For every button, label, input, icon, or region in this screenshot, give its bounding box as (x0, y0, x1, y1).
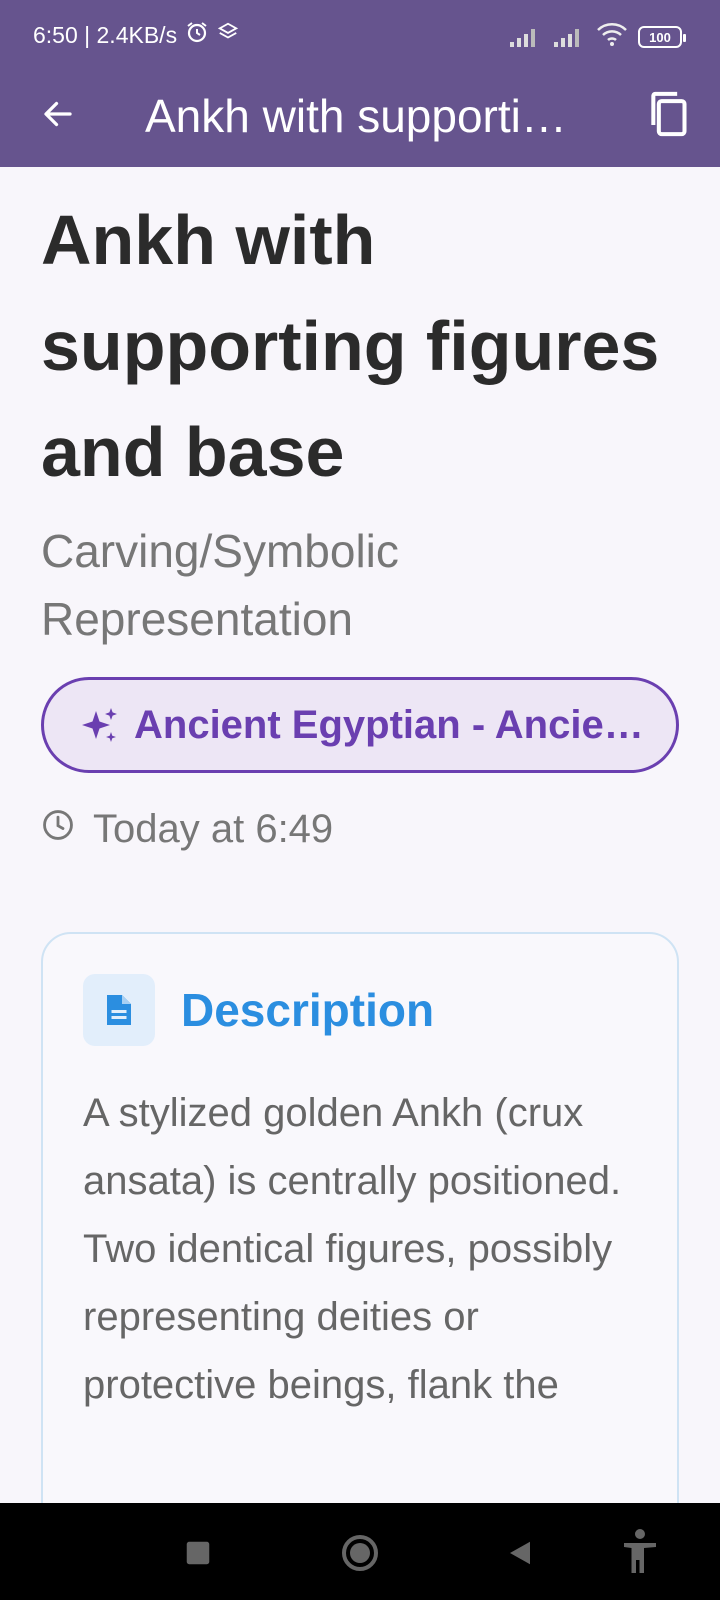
clock-icon (41, 807, 75, 852)
card-header: Description (83, 974, 434, 1046)
top-bar: 6:50 | 2.4KB/s 100 Ankh with supporti… (0, 0, 720, 167)
system-nav-bar (0, 1503, 720, 1600)
document-icon (83, 974, 155, 1046)
signal-icon-2 (552, 26, 586, 48)
home-button[interactable] (336, 1529, 384, 1577)
layers-icon (217, 21, 239, 49)
timestamp-text: Today at 6:49 (93, 807, 334, 851)
accessibility-icon[interactable] (620, 1527, 660, 1575)
recents-button[interactable] (178, 1533, 218, 1573)
content-area[interactable]: Ankh with supporting figures and base Ca… (0, 167, 720, 1503)
wifi-icon (596, 22, 628, 52)
card-title: Description (181, 984, 435, 1036)
arrow-back-icon (40, 96, 76, 137)
copy-icon (646, 90, 690, 143)
status-bar: 6:50 | 2.4KB/s 100 (0, 0, 720, 70)
culture-chip[interactable]: Ancient Egyptian - Ancie… (41, 677, 679, 773)
battery-icon: 100 (638, 26, 686, 48)
app-bar-title: Ankh with supporti… (145, 90, 567, 142)
status-left: 6:50 | 2.4KB/s (33, 20, 239, 50)
timestamp: Today at 6:49 (41, 807, 333, 852)
signal-icon (508, 26, 542, 48)
page-subtitle: Carving/Symbolic Representation (41, 525, 399, 645)
card-body: A stylized golden Ankh (crux ansata) is … (83, 1091, 622, 1407)
description-card: Description A stylized golden Ankh (crux… (41, 932, 679, 1503)
alarm-icon (185, 20, 209, 50)
chip-label: Ancient Egyptian - Ancie… (134, 702, 644, 747)
page-title: Ankh with supporting figures and base (41, 201, 660, 491)
app-bar: Ankh with supporti… (0, 70, 720, 167)
status-time-speed: 6:50 | 2.4KB/s (33, 21, 178, 48)
back-nav-button[interactable] (500, 1533, 540, 1573)
sparkle-icon (80, 705, 120, 745)
copy-button[interactable] (638, 86, 698, 146)
back-button[interactable] (30, 88, 86, 144)
status-right: 100 (508, 22, 686, 52)
